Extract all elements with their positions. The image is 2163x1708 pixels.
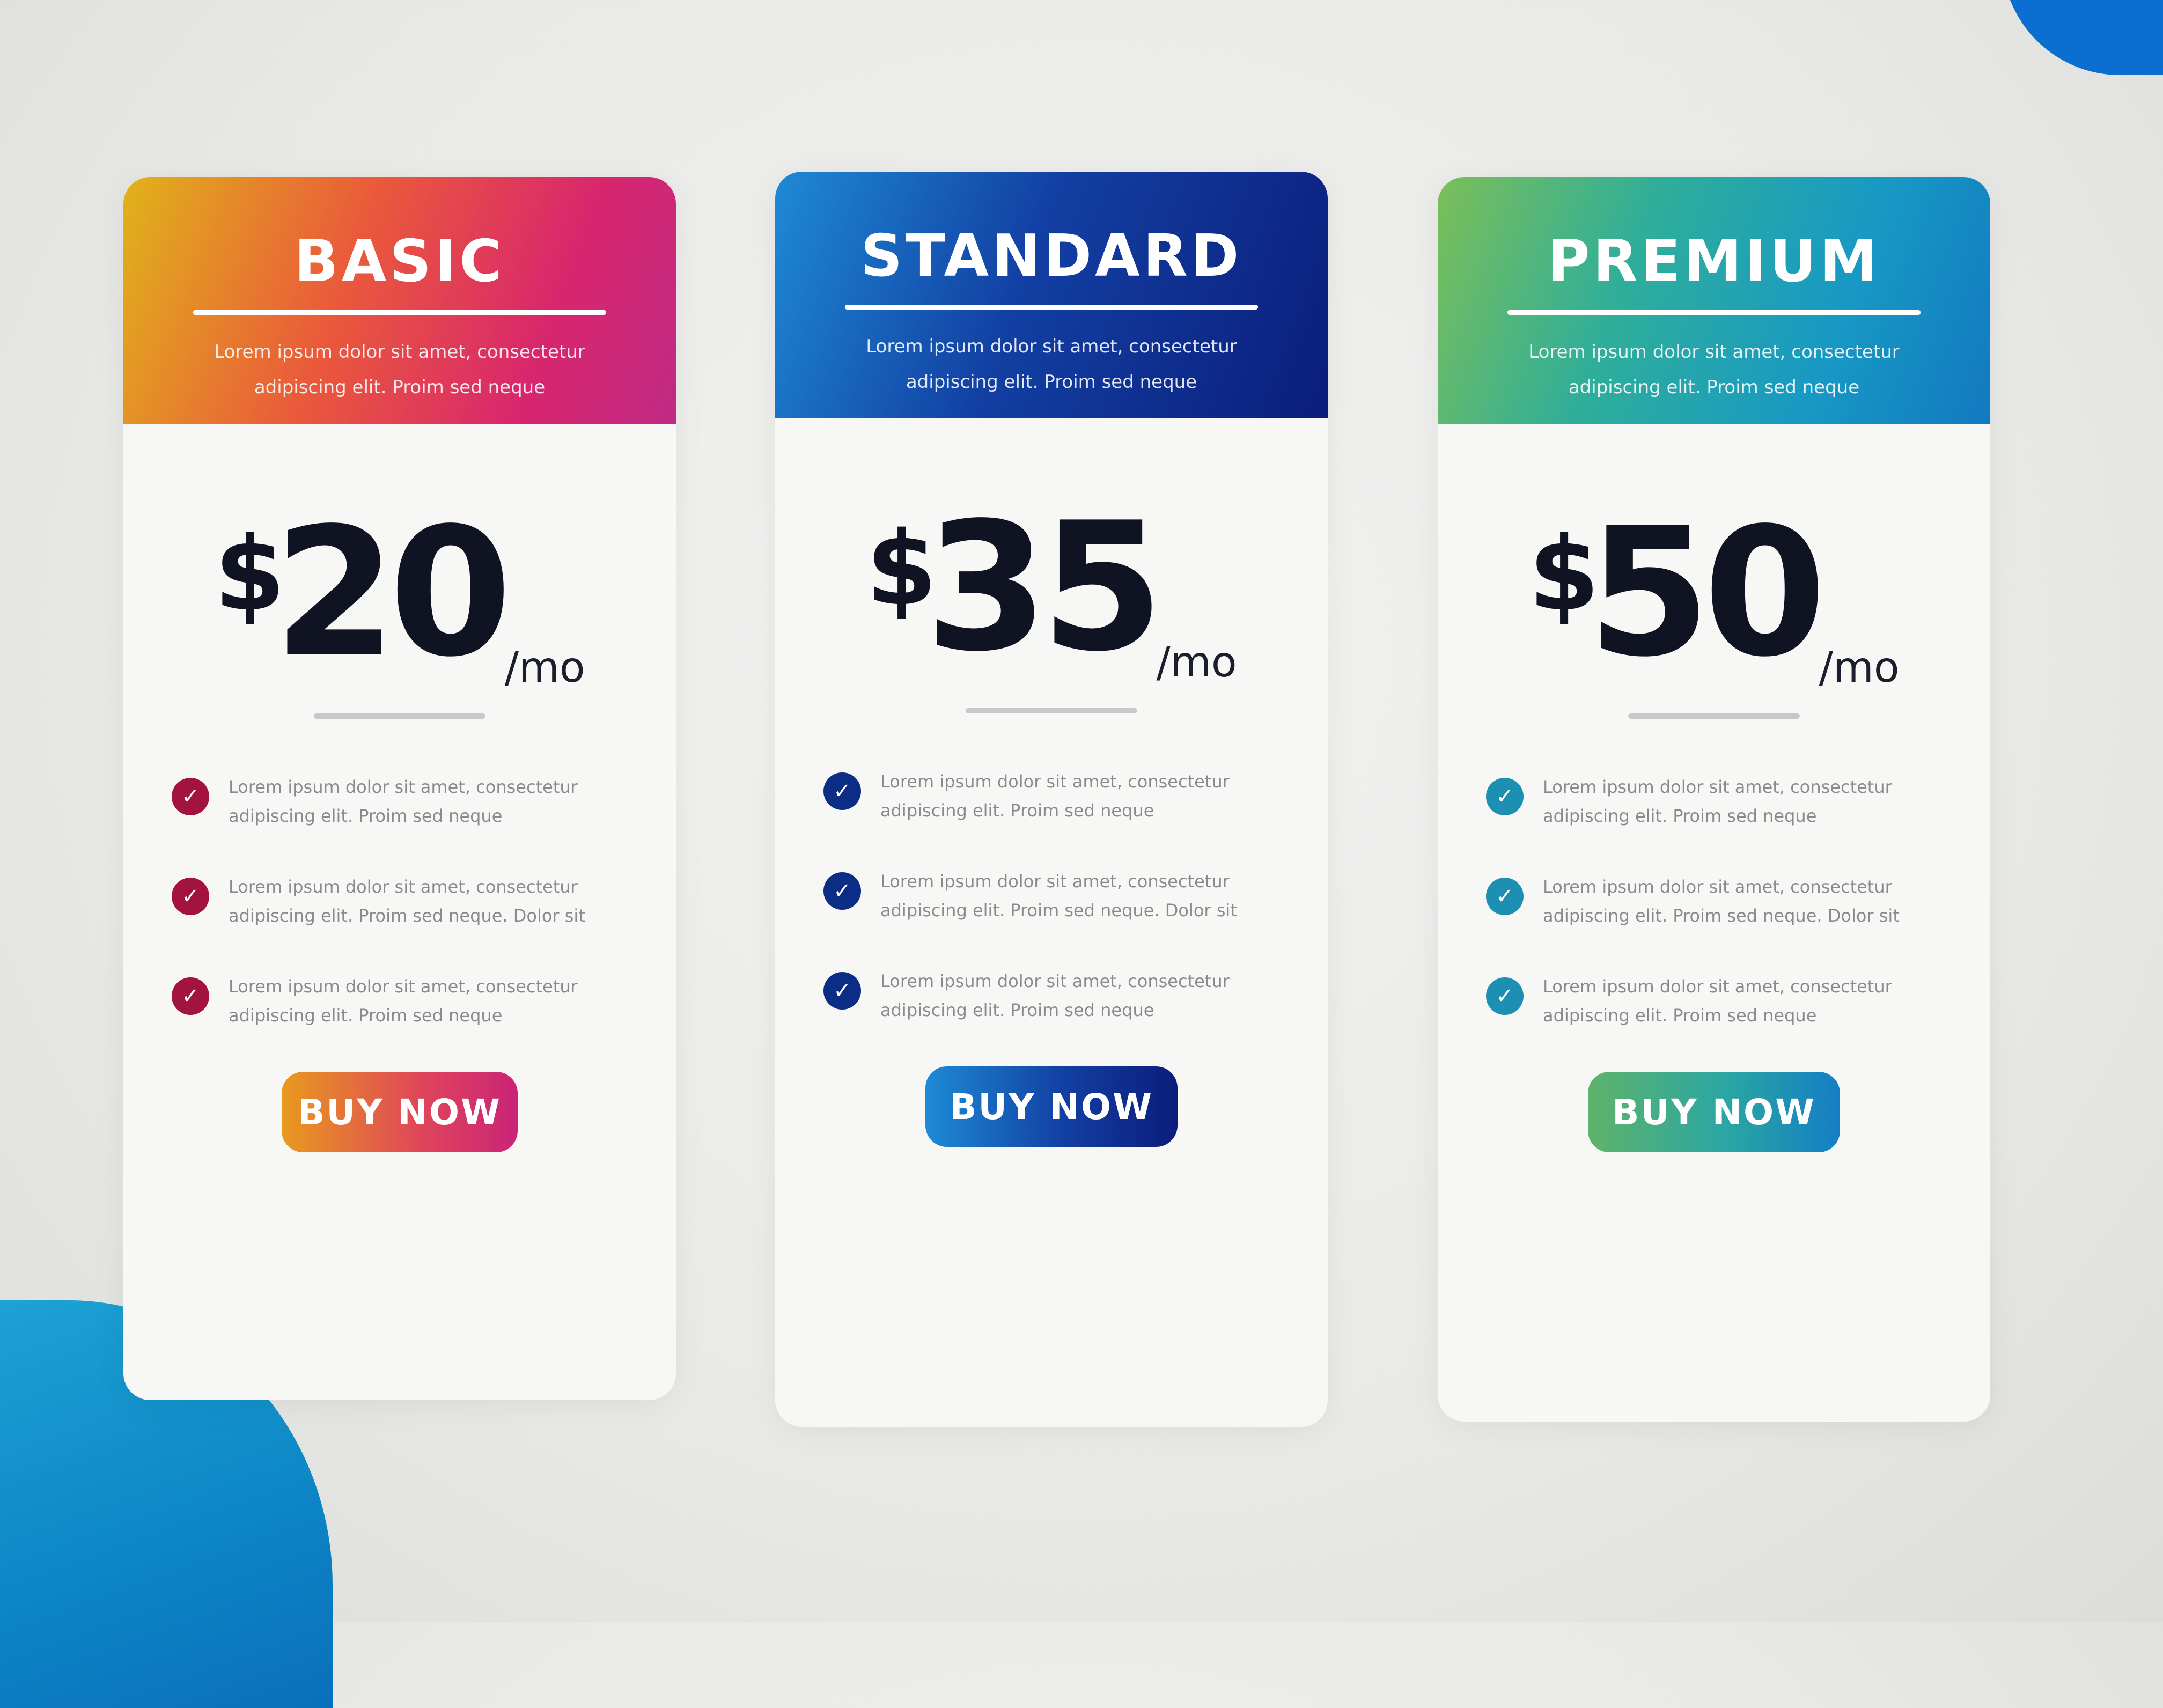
check-circle-icon: ✓	[172, 878, 209, 915]
price-amount: 50	[1587, 490, 1826, 696]
pricing-card-premium: PREMIUM Lorem ipsum dolor sit amet, cons…	[1438, 177, 1990, 1422]
feature-list: ✓ Lorem ipsum dolor sit amet, consectetu…	[1438, 772, 1990, 1030]
feature-item: ✓ Lorem ipsum dolor sit amet, consectetu…	[1486, 972, 1937, 1030]
feature-item: ✓ Lorem ipsum dolor sit amet, consectetu…	[823, 967, 1274, 1025]
price-currency: $	[866, 510, 937, 628]
feature-text: Lorem ipsum dolor sit amet, consectetur …	[880, 871, 1237, 921]
feature-item: ✓ Lorem ipsum dolor sit amet, consectetu…	[1486, 772, 1937, 830]
feature-item: ✓ Lorem ipsum dolor sit amet, consectetu…	[172, 772, 622, 830]
feature-text: Lorem ipsum dolor sit amet, consectetur …	[880, 971, 1230, 1020]
feature-list: ✓ Lorem ipsum dolor sit amet, consectetu…	[775, 767, 1328, 1025]
feature-item: ✓ Lorem ipsum dolor sit amet, consectetu…	[172, 972, 622, 1030]
check-circle-icon: ✓	[1486, 977, 1524, 1015]
feature-item: ✓ Lorem ipsum dolor sit amet, consectetu…	[823, 767, 1274, 825]
plan-title: STANDARD	[860, 223, 1242, 290]
card-header: STANDARD Lorem ipsum dolor sit amet, con…	[775, 172, 1328, 418]
feature-text: Lorem ipsum dolor sit amet, consectetur …	[229, 777, 578, 826]
plan-description: Lorem ipsum dolor sit amet, consectetur …	[866, 336, 1237, 393]
pricing-card-standard: STANDARD Lorem ipsum dolor sit amet, con…	[775, 172, 1328, 1427]
feature-item: ✓ Lorem ipsum dolor sit amet, consectetu…	[1486, 872, 1937, 930]
check-circle-icon: ✓	[823, 772, 861, 810]
pricing-card-basic: BASIC Lorem ipsum dolor sit amet, consec…	[123, 177, 676, 1400]
feature-text: Lorem ipsum dolor sit amet, consectetur …	[229, 976, 578, 1026]
buy-now-button-premium[interactable]: BUY NOW	[1588, 1072, 1840, 1152]
price-divider	[314, 713, 485, 719]
feature-text: Lorem ipsum dolor sit amet, consectetur …	[1543, 777, 1892, 826]
price-block: $ 35 /mo	[775, 499, 1328, 746]
check-circle-icon: ✓	[172, 977, 209, 1015]
buy-now-button-basic[interactable]: BUY NOW	[282, 1072, 518, 1152]
price-divider	[1628, 713, 1800, 719]
feature-text: Lorem ipsum dolor sit amet, consectetur …	[880, 771, 1230, 821]
plan-title: PREMIUM	[1547, 228, 1881, 295]
card-header: BASIC Lorem ipsum dolor sit amet, consec…	[123, 177, 676, 424]
price-block: $ 20 /mo	[123, 504, 676, 751]
price-period: /mo	[1156, 638, 1237, 687]
title-divider	[845, 305, 1258, 310]
plan-description: Lorem ipsum dolor sit amet, consectetur …	[214, 341, 585, 398]
card-header: PREMIUM Lorem ipsum dolor sit amet, cons…	[1438, 177, 1990, 424]
feature-item: ✓ Lorem ipsum dolor sit amet, consectetu…	[172, 872, 622, 930]
decorative-blob-top-right	[2002, 0, 2163, 75]
feature-item: ✓ Lorem ipsum dolor sit amet, consectetu…	[823, 867, 1274, 925]
price-currency: $	[1528, 515, 1600, 634]
plan-description: Lorem ipsum dolor sit amet, consectetur …	[1528, 341, 1900, 398]
check-circle-icon: ✓	[823, 872, 861, 910]
price-amount: 20	[273, 490, 512, 696]
buy-now-button-standard[interactable]: BUY NOW	[925, 1066, 1178, 1147]
check-circle-icon: ✓	[823, 972, 861, 1010]
feature-text: Lorem ipsum dolor sit amet, consectetur …	[229, 877, 585, 926]
price-period: /mo	[1819, 644, 1900, 692]
feature-text: Lorem ipsum dolor sit amet, consectetur …	[1543, 976, 1892, 1026]
title-divider	[193, 310, 606, 315]
plan-title: BASIC	[294, 228, 505, 295]
check-circle-icon: ✓	[1486, 878, 1524, 915]
price-currency: $	[214, 515, 285, 634]
title-divider	[1507, 310, 1921, 315]
price-divider	[966, 708, 1137, 713]
price-amount: 35	[925, 484, 1164, 690]
check-circle-icon: ✓	[1486, 778, 1524, 815]
feature-text: Lorem ipsum dolor sit amet, consectetur …	[1543, 877, 1900, 926]
feature-list: ✓ Lorem ipsum dolor sit amet, consectetu…	[123, 772, 676, 1030]
price-block: $ 50 /mo	[1438, 504, 1990, 751]
check-circle-icon: ✓	[172, 778, 209, 815]
price-period: /mo	[504, 644, 585, 692]
